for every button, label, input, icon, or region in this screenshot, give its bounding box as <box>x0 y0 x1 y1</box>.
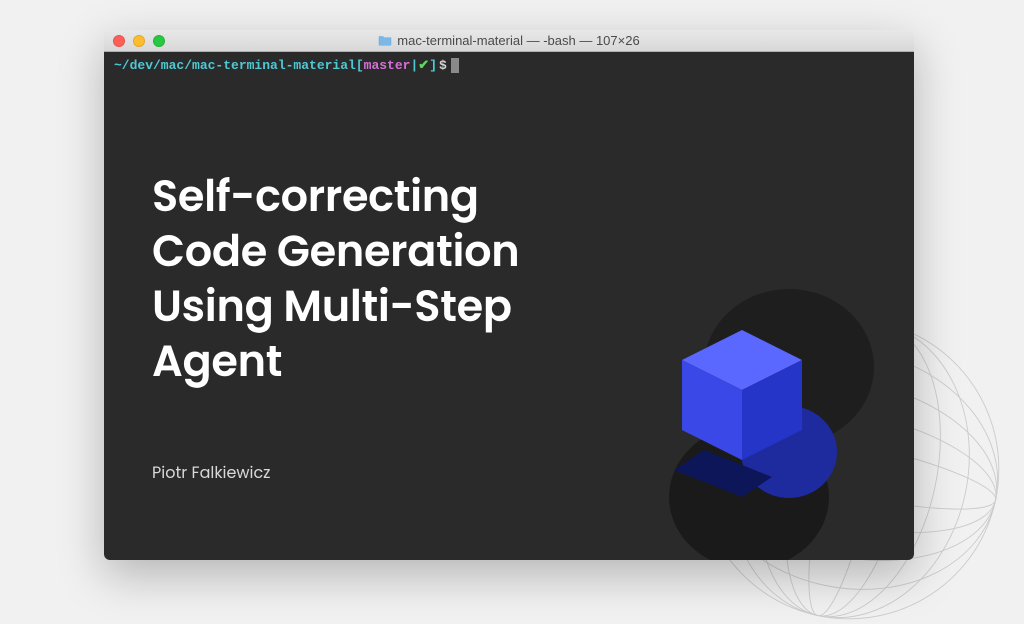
close-button[interactable] <box>113 35 125 47</box>
minimize-button[interactable] <box>133 35 145 47</box>
slide-title-line: Using Multi-Step <box>152 280 519 335</box>
prompt-path: ~/dev/mac/mac-terminal-material <box>114 58 356 73</box>
window-title-text: mac-terminal-material — -bash — 107×26 <box>397 33 639 48</box>
terminal-prompt: ~/dev/mac/mac-terminal-material [ master… <box>114 58 904 73</box>
terminal-window: mac-terminal-material — -bash — 107×26 ~… <box>104 30 914 560</box>
prompt-branch: master <box>364 58 411 73</box>
window-titlebar: mac-terminal-material — -bash — 107×26 <box>104 30 914 52</box>
prompt-dollar: $ <box>439 58 447 73</box>
folder-icon <box>378 35 392 46</box>
prompt-bracket-close: ] <box>429 58 437 73</box>
cube-3d-graphic <box>594 272 884 560</box>
prompt-check-icon: ✔ <box>418 58 429 73</box>
prompt-bracket-open: [ <box>356 58 364 73</box>
slide-title-line: Self-correcting <box>152 170 519 225</box>
terminal-cursor <box>451 58 459 73</box>
window-title: mac-terminal-material — -bash — 107×26 <box>104 33 914 48</box>
slide-title-line: Code Generation <box>152 225 519 280</box>
author-name: Piotr Falkiewicz <box>152 460 270 485</box>
slide-title: Self-correcting Code Generation Using Mu… <box>152 170 519 390</box>
traffic-lights <box>104 35 165 47</box>
prompt-pipe: | <box>410 58 418 73</box>
slide-title-line: Agent <box>152 335 519 390</box>
zoom-button[interactable] <box>153 35 165 47</box>
terminal-body[interactable]: ~/dev/mac/mac-terminal-material [ master… <box>104 52 914 560</box>
